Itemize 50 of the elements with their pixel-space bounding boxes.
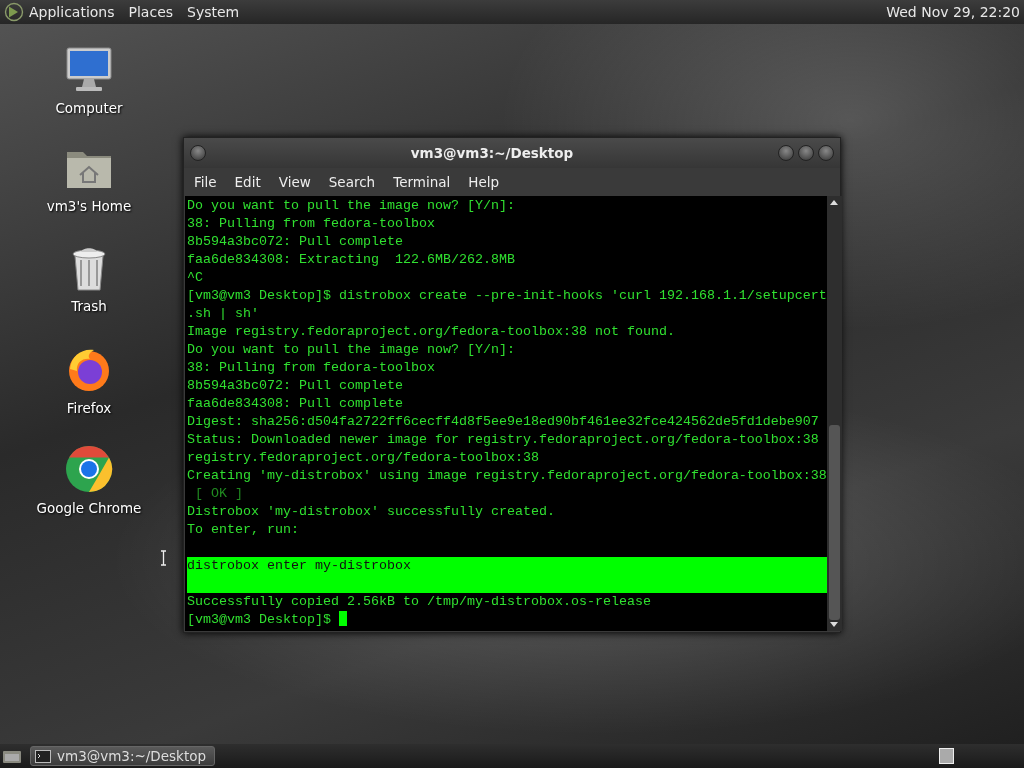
terminal-line: 8b594a3bc072: Pull complete: [187, 377, 404, 395]
tricolor-circle-icon: [64, 444, 114, 494]
desktop-icon[interactable]: Google Chrome: [36, 444, 142, 544]
terminal-line: Successfully copied 2.56kB to /tmp/my-distrobox.os-release: [187, 593, 652, 611]
terminal-line: [ OK ]: [194, 485, 244, 503]
minimize-button[interactable]: [778, 145, 794, 161]
taskbar-button[interactable]: vm3@vm3:~/Desktop: [30, 746, 216, 766]
desktop-icon[interactable]: Firefox: [64, 344, 114, 444]
terminal-line: registry.fedoraproject.org/fedora-toolbox:38: [187, 449, 540, 467]
close-button[interactable]: [818, 145, 834, 161]
terminal-prompt: [vm3@vm3 Desktop]$: [187, 611, 331, 629]
terminal-line: Do you want to pull the image now? [Y/n]:: [187, 341, 516, 359]
window-menu-button[interactable]: [190, 145, 206, 161]
menu-item[interactable]: Search: [322, 171, 388, 193]
menu-item[interactable]: Terminal: [387, 171, 463, 193]
terminal-line: Do you want to pull the image now? [Y/n]:: [187, 197, 516, 215]
terminal-line: [vm3@vm3 Desktop]$ distrobox create --pre-init-hooks 'curl 192.168.1.1/setupcert: [187, 287, 827, 305]
text-cursor-icon: [160, 550, 167, 566]
panel-menu[interactable]: System: [182, 1, 249, 23]
desktop-icon[interactable]: Computer: [55, 44, 123, 144]
terminal-line: Image registry.fedoraproject.org/fedora-toolbox:38 not found.: [187, 323, 676, 341]
desktop-icon[interactable]: Trash: [67, 244, 111, 344]
panel-menu[interactable]: Places: [123, 1, 183, 23]
terminal-line: 8b594a3bc072: Pull complete: [187, 233, 404, 251]
terminal-line: Creating 'my-distrobox' using image registry.fedoraproject.org/fedora-toolbox:38: [187, 467, 827, 485]
terminal-line: Digest: sha256:d504fa2722ff6cecff4d8f5ee9e18ed90bf461ee32fce424562de5fd1debe907: [187, 413, 820, 431]
terminal-line: ^C: [187, 269, 204, 287]
terminal-icon: [35, 749, 51, 763]
window-title: vm3@vm3:~/Desktop: [410, 143, 574, 163]
terminal-line: To enter, run:: [187, 521, 300, 539]
panel-logo-icon[interactable]: [4, 2, 24, 22]
terminal-line: 38: Pulling from fedora-toolbox: [187, 359, 436, 377]
text-cursor: [338, 611, 347, 626]
menu-item[interactable]: File: [188, 171, 229, 193]
clock[interactable]: Wed Nov 29, 22:20: [881, 1, 1020, 23]
scrollbar[interactable]: [826, 196, 842, 631]
desktop-icon[interactable]: vm3's Home: [46, 144, 132, 244]
terminal-line: Status: Downloaded newer image for registry.fedoraproject.org/fedora-toolbox:38: [187, 431, 820, 449]
terminal-line: faa6de834308: Extracting 122.6MB/262.8MB: [187, 251, 516, 269]
workspace-switcher[interactable]: [939, 748, 954, 764]
terminal-line: 38: Pulling from fedora-toolbox: [187, 215, 436, 233]
menu-item[interactable]: View: [272, 171, 323, 193]
terminal-line: Distrobox 'my-distrobox' successfully created.: [187, 503, 556, 521]
menu-item[interactable]: Edit: [228, 171, 273, 193]
maximize-button[interactable]: [798, 145, 814, 161]
panel-menu[interactable]: Applications: [24, 1, 124, 23]
monitor-icon: [64, 44, 114, 94]
menu-item[interactable]: Help: [462, 171, 512, 193]
terminal-line: .sh | sh': [187, 305, 260, 323]
terminal-line: faa6de834308: Pull complete: [187, 395, 404, 413]
